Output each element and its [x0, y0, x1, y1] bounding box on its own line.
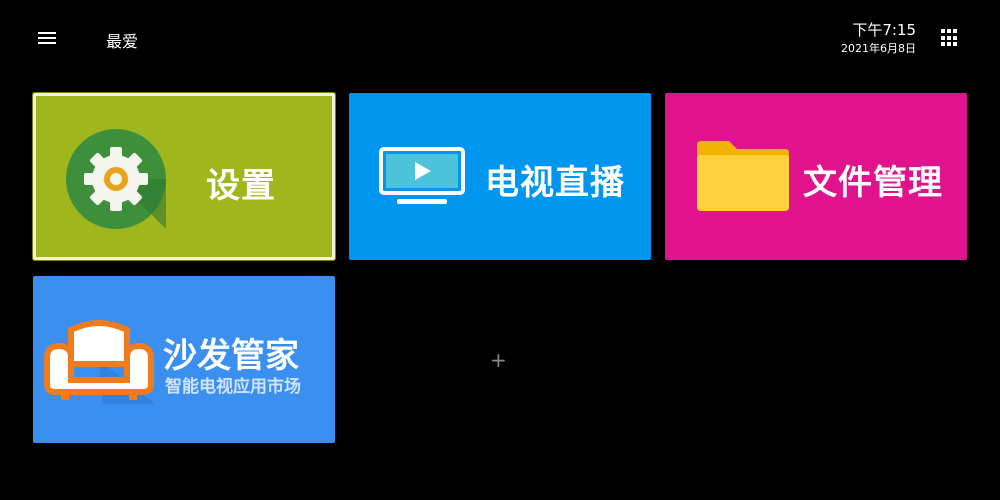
tile-tv-live[interactable]: 电视直播: [349, 93, 651, 260]
screen-title: 最爱: [106, 32, 139, 51]
hamburger-menu-icon[interactable]: [38, 29, 62, 49]
clock-date: 2021年6月8日: [841, 42, 916, 55]
app-grid-icon[interactable]: [941, 29, 959, 47]
clock-time: 下午7:15: [852, 21, 916, 39]
tile-label-settings: 设置: [206, 166, 276, 206]
tile-sofa-butler[interactable]: 沙发管家 智能电视应用市场: [33, 276, 335, 443]
sofa-icon: [43, 320, 155, 408]
tile-subtitle-sofa: 智能电视应用市场: [165, 377, 301, 397]
tile-label-sofa: 沙发管家: [163, 336, 299, 376]
tile-label-files: 文件管理: [803, 163, 943, 203]
gear-icon: [66, 129, 166, 229]
tile-label-tv: 电视直播: [485, 163, 625, 203]
clock: 下午7:15 2021年6月8日: [841, 21, 916, 57]
tile-file-manager[interactable]: 文件管理: [665, 93, 967, 260]
tile-settings[interactable]: 设置: [33, 93, 335, 260]
add-shortcut-button[interactable]: +: [490, 348, 507, 372]
folder-icon: [693, 137, 793, 217]
launcher-screen: 最爱 下午7:15 2021年6月8日 设置 电视直播 文件管理 沙发管家 智能…: [0, 0, 1000, 500]
tv-play-icon: [379, 147, 465, 213]
